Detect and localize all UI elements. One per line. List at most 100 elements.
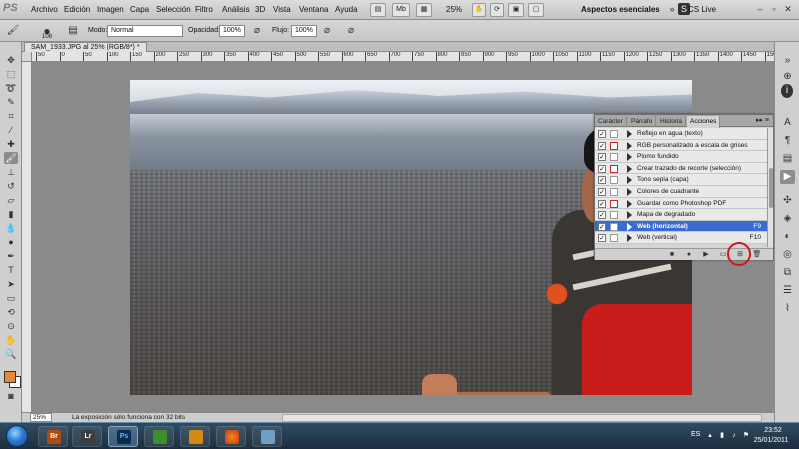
menu-3d[interactable]: 3D	[255, 5, 265, 14]
stop-icon[interactable]: ■	[667, 250, 677, 260]
tab-parrafo[interactable]: Párrafo	[628, 116, 657, 127]
action-toggle-checkbox[interactable]: ✓	[598, 199, 606, 208]
shape-tool-icon[interactable]: ▭	[4, 292, 18, 304]
brush-panel-icon[interactable]: ▤	[66, 24, 80, 38]
action-item[interactable]: ✓ Reflejo en agua (texto)	[595, 128, 767, 140]
history-icon[interactable]: ▤	[780, 152, 795, 166]
menu-archivo[interactable]: Archivo	[31, 5, 58, 14]
dialog-toggle[interactable]	[610, 199, 618, 208]
volume-icon[interactable]: ♪	[729, 431, 739, 441]
bridge-icon[interactable]: Mb	[392, 3, 410, 17]
dialog-toggle[interactable]	[610, 130, 618, 138]
styles-icon[interactable]: ◈	[780, 212, 795, 226]
taskbar-firefox[interactable]	[216, 426, 246, 447]
quick-mask-icon[interactable]: ◙	[4, 390, 18, 402]
clock-time[interactable]: 23:52	[753, 427, 793, 434]
taskbar-app-5[interactable]	[180, 426, 210, 447]
pen-tool-icon[interactable]: ✒	[4, 250, 18, 262]
expand-triangle-icon[interactable]	[627, 141, 632, 150]
language-indicator[interactable]: ES	[691, 431, 700, 438]
path-selection-tool-icon[interactable]: ➤	[4, 278, 18, 290]
character-icon[interactable]: A	[780, 116, 795, 130]
workspace-arrow-icon[interactable]: »	[666, 3, 678, 15]
expand-triangle-icon[interactable]	[627, 153, 632, 162]
brush-tool-icon[interactable]: 🖌	[6, 24, 20, 38]
workspace-selector[interactable]: Aspectos esenciales	[581, 3, 661, 17]
zoom-level[interactable]: 25%	[446, 5, 462, 14]
tray-arrow-icon[interactable]: ▴	[705, 431, 715, 441]
3d-rotate-tool-icon[interactable]: ⟲	[4, 306, 18, 318]
action-toggle-checkbox[interactable]: ✓	[598, 176, 606, 185]
action-toggle-checkbox[interactable]: ✓	[598, 188, 606, 196]
action-item[interactable]: ✓ Mapa de degradado	[595, 209, 767, 221]
taskbar-bridge[interactable]: Br	[38, 426, 68, 447]
layers-adjust-icon[interactable]: ✣	[780, 194, 795, 208]
dialog-toggle[interactable]	[610, 153, 618, 162]
cs-live-button[interactable]: CS Live	[688, 3, 716, 17]
horizontal-scrollbar[interactable]	[282, 414, 762, 422]
history-brush-tool-icon[interactable]: ↺	[4, 180, 18, 192]
action-toggle-checkbox[interactable]: ✓	[598, 130, 606, 138]
menu-seleccion[interactable]: Selección	[156, 5, 191, 14]
arrange-documents-icon[interactable]: ▣	[508, 3, 524, 17]
expand-triangle-icon[interactable]	[627, 199, 632, 208]
menu-edicion[interactable]: Edición	[64, 5, 90, 14]
gradient-tool-icon[interactable]: ▮	[4, 208, 18, 220]
action-item[interactable]: ✓ Crear trazado de recorte (selección)	[595, 162, 767, 175]
tab-acciones[interactable]: Acciones	[687, 116, 721, 128]
document-tab[interactable]: SAM_1933.JPG al 25% (RGB/8*) *	[24, 42, 147, 52]
close-icon[interactable]: ✕	[782, 3, 794, 15]
tablet-opacity-icon[interactable]: ⌀	[250, 24, 264, 38]
action-toggle-checkbox[interactable]: ✓	[598, 164, 606, 173]
taskbar-photoshop[interactable]: Ps	[108, 426, 138, 447]
type-tool-icon[interactable]: T	[4, 264, 18, 276]
delete-icon[interactable]: 🗑	[752, 250, 762, 260]
dialog-toggle[interactable]	[610, 176, 618, 185]
zoom-tool-icon[interactable]: 🔍	[4, 348, 18, 360]
network-icon[interactable]: ▮	[717, 431, 727, 441]
dialog-toggle[interactable]	[610, 234, 618, 243]
clock-date[interactable]: 25/01/2011	[747, 437, 795, 444]
hand-tool-icon[interactable]: ✋	[4, 334, 18, 346]
maximize-icon[interactable]: ▫	[768, 3, 780, 15]
start-button[interactable]	[6, 425, 28, 447]
quick-select-tool-icon[interactable]: ✎	[4, 96, 18, 108]
action-item[interactable]: ✓ RGB personalizado a escala de grises	[595, 139, 767, 152]
menu-analisis[interactable]: Análisis	[222, 5, 250, 14]
clone-stamp-tool-icon[interactable]: ⊥	[4, 166, 18, 178]
dock-collapse-icon[interactable]: »	[780, 54, 795, 68]
hand-tool-icon[interactable]: ✋	[472, 3, 486, 17]
expand-triangle-icon[interactable]	[627, 130, 632, 138]
expand-triangle-icon[interactable]	[627, 188, 632, 196]
opacity-field[interactable]: 100%	[219, 25, 245, 37]
action-toggle-checkbox[interactable]: ✓	[598, 222, 606, 231]
menu-capa[interactable]: Capa	[130, 5, 149, 14]
expand-triangle-icon[interactable]	[627, 222, 632, 231]
menu-ventana[interactable]: Ventana	[299, 5, 328, 14]
masks-icon[interactable]: ◐	[780, 230, 795, 244]
menu-vista[interactable]: Vista	[273, 5, 291, 14]
actions-icon[interactable]: ▶	[780, 170, 795, 184]
panel-menu-icon[interactable]: ▸▸ ≡	[756, 116, 769, 124]
3d-camera-tool-icon[interactable]: ⊙	[4, 320, 18, 332]
action-item[interactable]: ✓ Web (horizontal) F9	[595, 220, 767, 233]
navigator-icon[interactable]: ⊕	[780, 70, 795, 84]
scrollbar-thumb[interactable]	[769, 168, 773, 208]
eraser-tool-icon[interactable]: ▱	[4, 194, 18, 206]
menu-ayuda[interactable]: Ayuda	[335, 5, 358, 14]
action-item[interactable]: ✓ Tono sepia (capa)	[595, 174, 767, 186]
dialog-toggle[interactable]	[610, 188, 618, 196]
tab-caracter[interactable]: Carácter	[595, 116, 627, 127]
flow-field[interactable]: 100%	[291, 25, 317, 37]
move-tool-icon[interactable]: ✥	[4, 54, 18, 66]
action-item[interactable]: ✓ Guardar como Photoshop PDF	[595, 197, 767, 210]
action-toggle-checkbox[interactable]: ✓	[598, 141, 606, 150]
eyedropper-tool-icon[interactable]: ⁄	[4, 124, 18, 136]
dialog-toggle[interactable]	[610, 164, 618, 173]
expand-triangle-icon[interactable]	[627, 211, 632, 220]
taskbar-lightroom[interactable]: Lr	[72, 426, 102, 447]
foreground-color-swatch[interactable]	[4, 371, 16, 383]
blur-tool-icon[interactable]: 💧	[4, 222, 18, 234]
panel-scrollbar[interactable]	[767, 128, 773, 247]
action-toggle-checkbox[interactable]: ✓	[598, 153, 606, 162]
